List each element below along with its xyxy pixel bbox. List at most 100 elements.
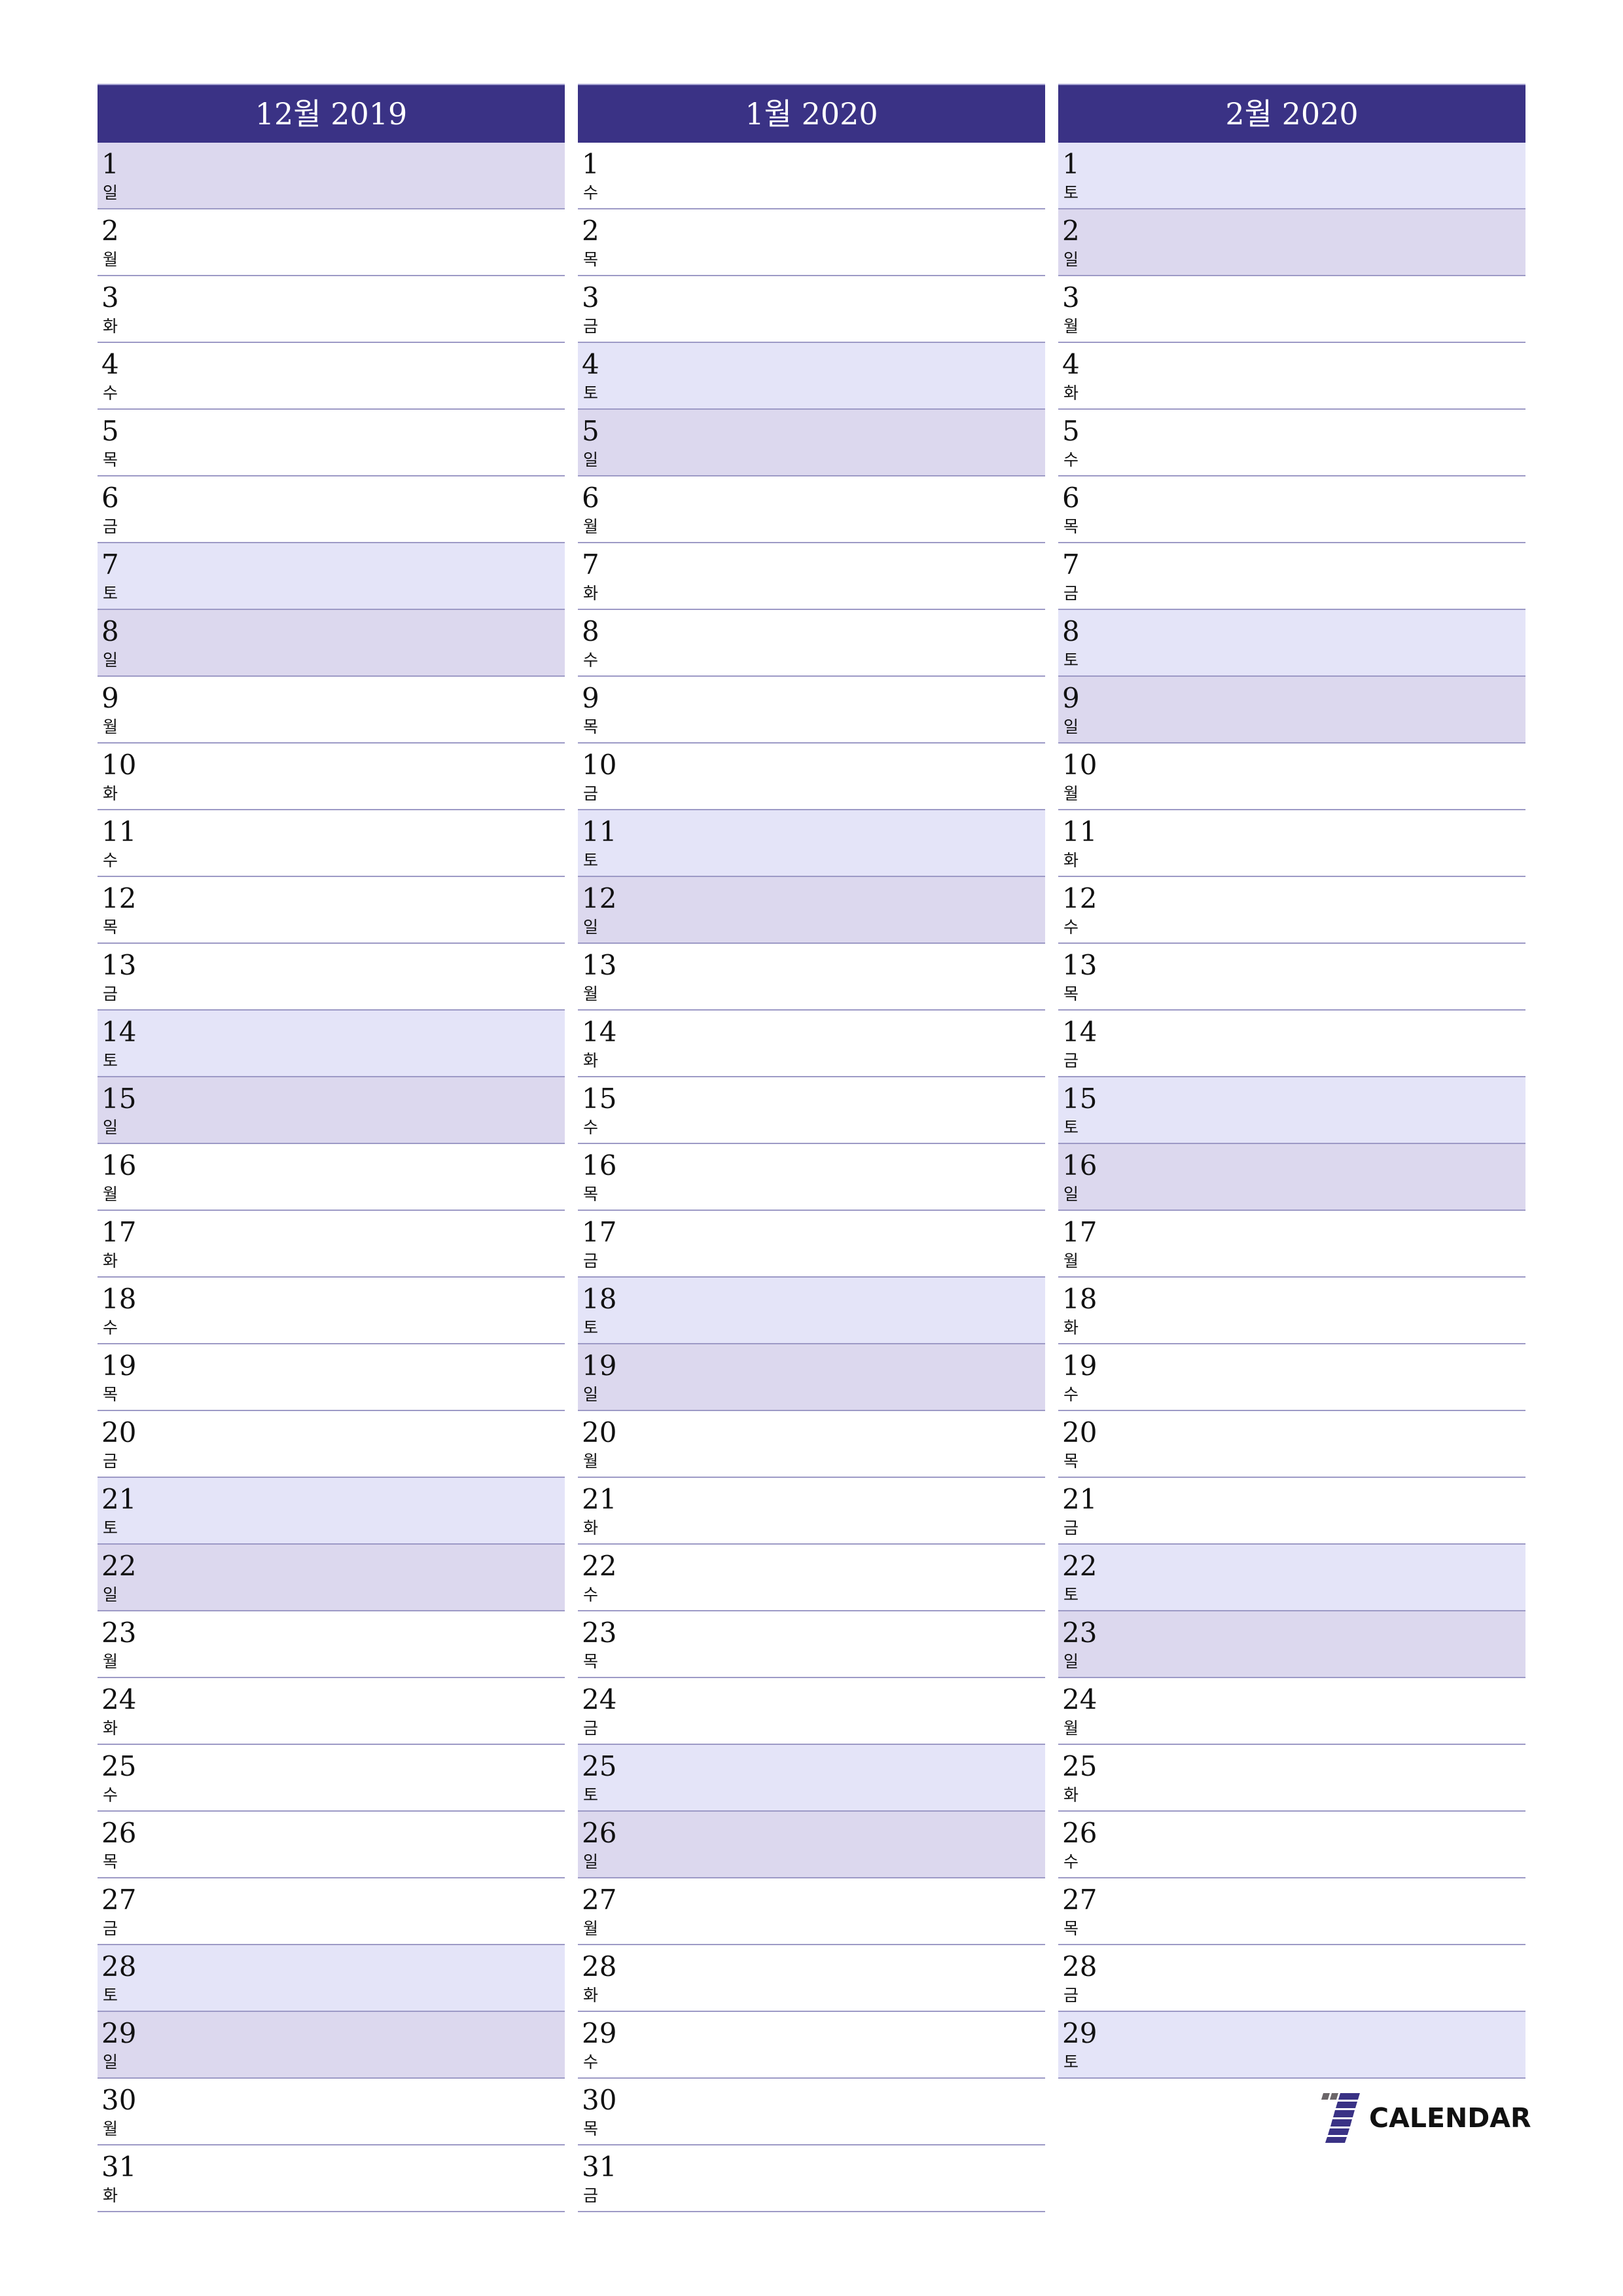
day-number: 19 [101,1350,137,1382]
day-row: 6금 [98,476,565,543]
day-number: 28 [1062,1950,1097,1982]
day-number: 8 [582,615,599,647]
weekday-label: 월 [583,984,599,1003]
weekday-label: 수 [103,384,118,403]
day-number: 16 [1062,1149,1097,1181]
weekday-label: 수 [583,183,599,202]
day-number: 12 [101,882,137,914]
day-number: 18 [582,1283,617,1315]
day-number: 11 [582,816,617,848]
day-number: 13 [1062,949,1097,981]
weekday-label: 금 [583,784,599,803]
weekday-label: 수 [583,651,599,670]
day-row: 3금 [578,276,1045,343]
day-number: 4 [1062,348,1080,380]
day-list: 1 토 2 일 3 월 4 화 5 수 6 목 7 금 8 토 9 일 10 월 11 화 12 수 13 목 14 금 15 토 16 일 1… [1058,143,1525,2079]
weekday-label: 월 [1063,317,1079,336]
day-row: 17 월 [1058,1211,1525,1278]
day-number: 1 [582,148,599,180]
weekday-label: 화 [583,1051,599,1070]
day-row: 22 일 [98,1545,565,1611]
day-number: 16 [101,1149,137,1181]
weekday-label: 수 [583,1118,599,1137]
day-number: 9 [582,682,599,714]
weekday-label: 일 [103,183,118,202]
day-number: 27 [1062,1884,1097,1916]
day-number: 22 [1062,1550,1097,1582]
day-number: 26 [101,1817,137,1849]
weekday-label: 토 [103,1518,118,1537]
weekday-label: 화 [1063,1785,1079,1804]
month-title: 12월 2019 [98,84,565,143]
day-number: 31 [582,2151,617,2183]
day-list: 1 수 2 목 3 금 4 토 5 일 6 월 7 화 8 수 9 목 10 금 11 토 12 일 13 월 14 화 15 수 16 목 1… [578,143,1045,2212]
day-row: 22 토 [1058,1545,1525,1611]
day-number: 18 [101,1283,137,1315]
logo-text: CALENDAR [1369,2102,1531,2134]
weekday-label: 금 [1063,584,1079,603]
day-row: 20 금 [98,1411,565,1478]
weekday-label: 토 [583,851,599,870]
day-number: 5 [1062,415,1080,447]
day-row: 26 일 [578,1812,1045,1878]
weekday-label: 목 [103,1852,118,1871]
weekday-label: 화 [103,2186,118,2205]
day-row: 4화 [1058,343,1525,410]
day-number: 13 [101,949,137,981]
day-number: 20 [101,1416,137,1448]
weekday-label: 목 [583,2119,599,2138]
day-number: 31 [101,2151,137,2183]
day-number: 6 [1062,482,1080,514]
day-row: 6목 [1058,476,1525,543]
day-row: 17 화 [98,1211,565,1278]
day-row: 23 목 [578,1611,1045,1678]
day-row: 25 수 [98,1745,565,1812]
day-row: 13 목 [1058,944,1525,1011]
weekday-label: 일 [1063,1185,1079,1204]
day-row: 2월 [98,209,565,276]
weekday-label: 수 [103,1318,118,1337]
day-row: 22 수 [578,1545,1045,1611]
weekday-label: 일 [583,1852,599,1871]
day-row: 3월 [1058,276,1525,343]
day-row: 28 금 [1058,1945,1525,2012]
day-row: 16 일 [1058,1144,1525,1211]
day-number: 22 [582,1550,617,1582]
day-row: 23 월 [98,1611,565,1678]
day-row: 13 금 [98,944,565,1011]
day-row: 1토 [1058,143,1525,209]
day-row: 28 토 [98,1945,565,2012]
day-number: 13 [582,949,617,981]
day-number: 5 [101,415,119,447]
weekday-label: 금 [583,1251,599,1270]
weekday-label: 토 [1063,651,1079,670]
month-column-january-2020: 1월 2020 1 수 2 목 3 금 4 토 5 일 6 월 7 화 8 수 9 목 10 금 11 토 12 일 13 월 14… [578,84,1045,2212]
weekday-label: 월 [103,250,118,269]
day-row: 9월 [98,677,565,744]
weekday-label: 일 [583,918,599,937]
weekday-label: 토 [1063,1585,1079,1604]
weekday-label: 일 [103,2053,118,2072]
weekday-label: 금 [583,317,599,336]
day-row: 5목 [98,410,565,476]
day-row: 29 일 [98,2012,565,2079]
weekday-label: 월 [1063,1251,1079,1270]
weekday-label: 목 [583,717,599,736]
day-number: 21 [101,1483,137,1515]
day-number: 2 [101,215,119,247]
weekday-label: 토 [1063,2053,1079,2072]
day-number: 23 [1062,1617,1097,1649]
day-row: 29 수 [578,2012,1045,2079]
weekday-label: 월 [583,517,599,536]
day-number: 15 [101,1083,137,1115]
weekday-label: 목 [103,918,118,937]
day-number: 30 [101,2084,137,2116]
weekday-label: 일 [103,1118,118,1137]
day-number: 21 [582,1483,617,1515]
day-list: 1 일 2 월 3 화 4 수 5 목 6 금 7 토 8 일 9 월 10 화 11 수 12 목 13 금 14 토 15 일 16 월 1… [98,143,565,2212]
day-number: 12 [582,882,617,914]
day-row: 10 화 [98,744,565,810]
day-number: 14 [582,1016,617,1048]
day-row: 19 일 [578,1344,1045,1411]
day-row: 12 수 [1058,877,1525,944]
